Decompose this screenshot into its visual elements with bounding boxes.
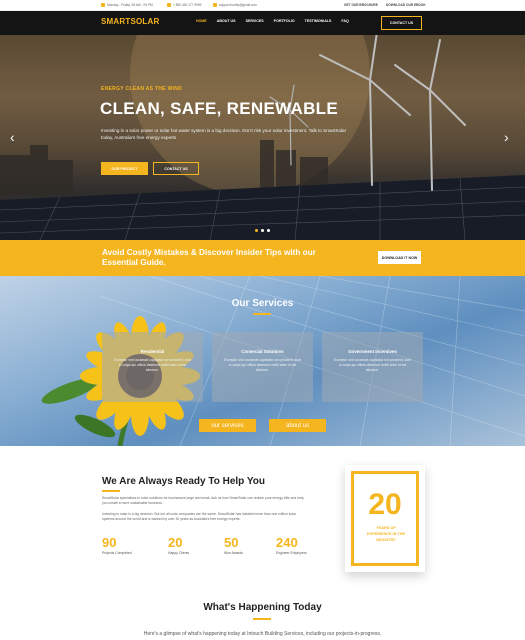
stat-number: 90 [102, 535, 117, 550]
service-card-desc: Exceptur sint occaecat cupidatat non pro… [114, 358, 191, 372]
nav-faq[interactable]: FAQ [341, 19, 348, 23]
nav-home[interactable]: HOME [196, 19, 207, 23]
service-card-title: Government Incentives [348, 349, 397, 354]
nav-services[interactable]: SERVICES [246, 19, 264, 23]
services-title-underline [253, 313, 271, 315]
download-button[interactable]: DOWNLOAD IT NOW [378, 251, 421, 264]
service-card-commercial[interactable]: Comercial Solutions Exceptur sint occaec… [212, 332, 313, 402]
hero-eyebrow: ENERGY CLEAN AS THE WIND [101, 86, 183, 92]
top-info-bar: Monday - Friday, 08 AM - 05 PM + 800 440… [0, 0, 525, 11]
stat-label: Happy Clients [168, 551, 190, 555]
stat-employees: 240 Engineer Employers [276, 535, 307, 555]
nav-portfolio[interactable]: PORTFOLIO [274, 19, 295, 23]
our-project-button[interactable]: OUR PROJECT [101, 162, 148, 175]
hero-slider: ENERGY CLEAN AS THE WIND CLEAN, SAFE, RE… [0, 35, 525, 240]
about-us-button[interactable]: about us [269, 419, 326, 432]
ebook-link[interactable]: DOWNLOAD OUR EBOOK [386, 3, 426, 7]
service-card-title: Residential [140, 349, 165, 354]
service-card-desc: Exceptur sint occaecat cupidatat non pro… [224, 358, 301, 372]
hours-text: Monday - Friday, 08 AM - 05 PM [107, 3, 153, 7]
slider-dot-3[interactable] [267, 229, 270, 232]
site-header: SMARTSOLAR HOME ABOUT US SERVICES PORTFO… [0, 11, 525, 35]
email-info[interactable]: support.budby@gmail.com [213, 3, 257, 7]
chevron-left-icon[interactable]: ‹ [10, 130, 15, 144]
happening-title-underline [253, 618, 271, 620]
experience-frame: 20 YEARS OF EXPERIENCE IN THE INDUSTRY [351, 471, 419, 566]
mail-icon [213, 3, 217, 7]
service-card-government[interactable]: Government Incentives Exceptur sint occa… [322, 332, 423, 402]
main-nav: HOME ABOUT US SERVICES PORTFOLIO TESTIMO… [196, 19, 349, 23]
stat-number: 20 [168, 535, 183, 550]
stat-number: 240 [276, 535, 298, 550]
happening-title: What's Happening Today [203, 602, 322, 613]
stat-label: Projects Completed [102, 551, 132, 555]
service-card-residential[interactable]: Residential Exceptur sint occaecat cupid… [102, 332, 203, 402]
hero-title: CLEAN, SAFE, RENEWABLE [100, 99, 339, 118]
stat-projects: 90 Projects Completed [102, 535, 132, 555]
stat-clients: 20 Happy Clients [168, 535, 189, 555]
chevron-right-icon[interactable]: › [504, 130, 509, 144]
services-title: Our Services [231, 298, 294, 309]
slider-dot-1[interactable] [255, 229, 258, 232]
our-services-button[interactable]: our services [199, 419, 256, 432]
hero-description: Investing in a solar power or solar hot … [101, 128, 347, 140]
service-card-title: Comercial Solutions [241, 349, 284, 354]
about-paragraph-2: Investing in solar is a big decision. Bu… [102, 512, 297, 521]
contact-us-button[interactable]: CONTACT US [381, 16, 422, 30]
experience-label: YEARS OF EXPERIENCE IN THE INDUSTRY [367, 526, 405, 542]
logo[interactable]: SMARTSOLAR [101, 17, 159, 26]
phone-info[interactable]: + 800 440 177 9999 [167, 3, 201, 7]
phone-text[interactable]: + 800 440 177 9999 [173, 3, 201, 7]
phone-icon [167, 3, 171, 7]
experience-years: 20 [368, 488, 402, 521]
guide-banner: Avoid Costly Mistakes & Discover Insider… [0, 240, 525, 276]
banner-text: Avoid Costly Mistakes & Discover Insider… [102, 248, 316, 267]
services-section: Our Services Residential Exceptur sint o… [0, 276, 525, 446]
stat-awards: 50 Won Awards [224, 535, 243, 555]
hero-contact-button[interactable]: CONTACT US [153, 162, 199, 175]
stat-label: Engineer Employers [276, 551, 307, 555]
happening-text: Here's a glimpse of what's happening tod… [143, 631, 382, 637]
hours-info: Monday - Friday, 08 AM - 05 PM [101, 3, 153, 7]
stat-label: Won Awards [224, 551, 243, 555]
clock-icon [101, 3, 105, 7]
about-title-underline [102, 490, 120, 492]
brochure-link[interactable]: GET OUR BROCHURE [344, 3, 378, 7]
about-paragraph-1: SmartSolar specialises in solar solution… [102, 496, 304, 505]
stat-number: 50 [224, 535, 239, 550]
slider-dots [255, 229, 270, 232]
experience-card: 20 YEARS OF EXPERIENCE IN THE INDUSTRY [345, 465, 425, 572]
nav-about-us[interactable]: ABOUT US [217, 19, 236, 23]
slider-dot-2[interactable] [261, 229, 264, 232]
about-title: We Are Always Ready To Help You [102, 476, 266, 487]
service-card-desc: Exceptur sint occaecat cupidatat non pro… [334, 358, 411, 372]
email-text[interactable]: support.budby@gmail.com [219, 3, 257, 7]
nav-testimonials[interactable]: TESTIMONIALS [305, 19, 332, 23]
